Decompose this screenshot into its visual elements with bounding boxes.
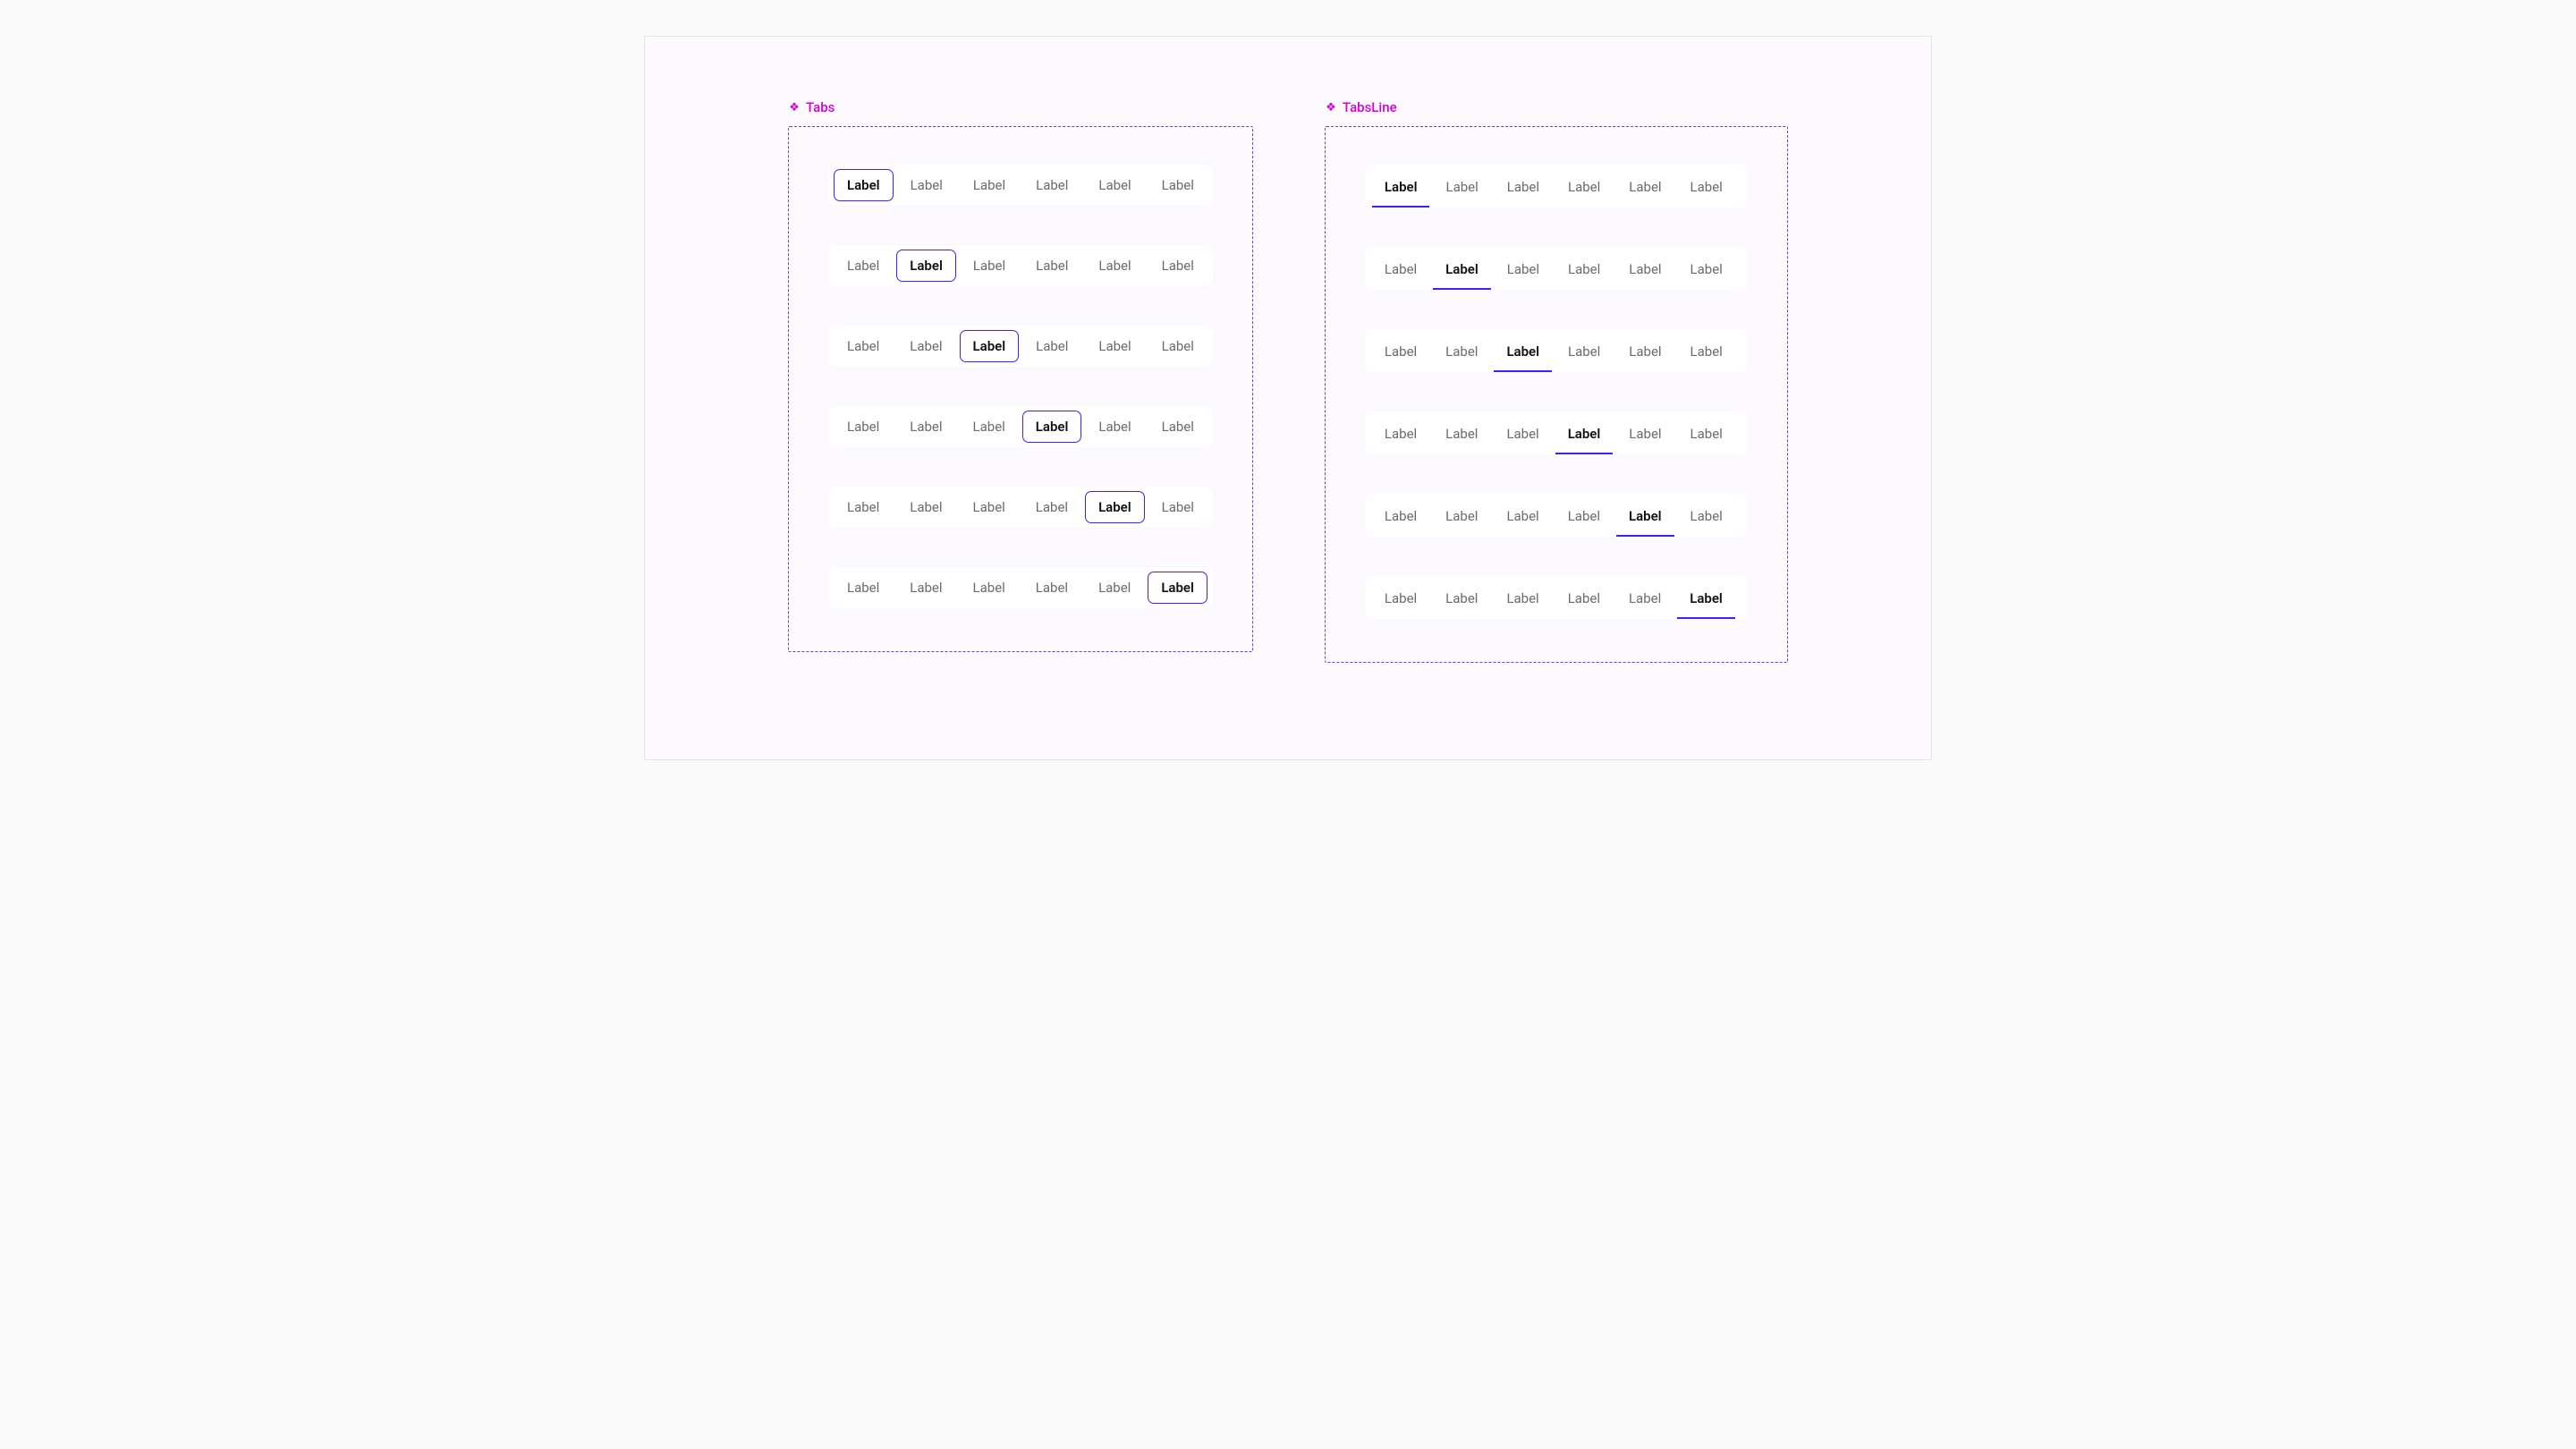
tabs-row: LabelLabelLabelLabelLabelLabel [828,406,1213,447]
tab-item[interactable]: Label [834,330,893,362]
tabs-component-label: ❖ Tabs [788,99,835,115]
tab-item[interactable]: Label [1022,572,1081,604]
tabline-item[interactable]: Label [1433,499,1490,537]
tabsline-component-group: ❖ TabsLine LabelLabelLabelLabelLabelLabe… [1325,126,1788,663]
tabline-item[interactable]: Label [1678,170,1735,208]
tabline-item[interactable]: Label [1555,252,1613,290]
tabline-item[interactable]: Label [1372,252,1429,290]
tabline-item[interactable]: Label [1616,499,1674,537]
tabs-title: Tabs [806,99,835,115]
tab-item[interactable]: Label [1022,411,1082,443]
tabline-item[interactable]: Label [1433,417,1490,454]
tabline-item[interactable]: Label [1555,499,1613,537]
tabline-item[interactable]: Label [1372,417,1429,454]
tab-item[interactable]: Label [960,572,1019,604]
tabline-item[interactable]: Label [1555,581,1613,619]
tab-item[interactable]: Label [896,572,955,604]
tabs-row: LabelLabelLabelLabelLabelLabel [828,487,1213,528]
tabs-row: LabelLabelLabelLabelLabelLabel [828,567,1213,608]
tabline-item[interactable]: Label [1372,335,1429,372]
tab-item[interactable]: Label [960,169,1019,201]
tabline-item[interactable]: Label [1494,581,1551,619]
tab-item[interactable]: Label [1022,169,1081,201]
tabs-variants-frame: LabelLabelLabelLabelLabelLabelLabelLabel… [788,126,1253,652]
tabsline-row: LabelLabelLabelLabelLabelLabel [1365,247,1748,290]
columns-container: ❖ Tabs LabelLabelLabelLabelLabelLabelLab… [645,37,1931,716]
tabline-item[interactable]: Label [1678,499,1735,537]
tab-item[interactable]: Label [1022,330,1081,362]
tab-item[interactable]: Label [834,491,893,523]
tabsline-row: LabelLabelLabelLabelLabelLabel [1365,494,1748,537]
tabline-item[interactable]: Label [1433,170,1490,208]
tabs-row: LabelLabelLabelLabelLabelLabel [828,326,1213,367]
tabline-item[interactable]: Label [1678,252,1735,290]
tab-item[interactable]: Label [1148,330,1208,362]
tabsline-title: TabsLine [1343,99,1397,115]
tabline-item[interactable]: Label [1433,581,1490,619]
tab-item[interactable]: Label [1085,250,1144,282]
tabline-item[interactable]: Label [1555,335,1613,372]
tabline-item[interactable]: Label [1555,417,1614,454]
tab-item[interactable]: Label [1085,572,1144,604]
tabsline-variants-frame: LabelLabelLabelLabelLabelLabelLabelLabel… [1325,126,1788,663]
tab-item[interactable]: Label [834,169,894,201]
tab-item[interactable]: Label [834,250,893,282]
tab-item[interactable]: Label [1085,411,1144,443]
tab-item[interactable]: Label [960,250,1019,282]
tabline-item[interactable]: Label [1372,581,1429,619]
tab-item[interactable]: Label [960,411,1019,443]
tabline-item[interactable]: Label [1495,252,1552,290]
tab-item[interactable]: Label [896,250,956,282]
tab-item[interactable]: Label [1148,572,1208,604]
tab-item[interactable]: Label [1085,330,1144,362]
tabline-item[interactable]: Label [1494,335,1552,372]
tabsline-row: LabelLabelLabelLabelLabelLabel [1365,165,1748,208]
tabline-item[interactable]: Label [1616,335,1674,372]
tabs-component-group: ❖ Tabs LabelLabelLabelLabelLabelLabelLab… [788,126,1253,663]
tabline-item[interactable]: Label [1494,499,1551,537]
tabline-item[interactable]: Label [1494,417,1551,454]
tab-item[interactable]: Label [960,491,1019,523]
tabs-row: LabelLabelLabelLabelLabelLabel [828,245,1213,286]
tabsline-row: LabelLabelLabelLabelLabelLabel [1365,329,1748,372]
tabline-item[interactable]: Label [1433,252,1491,290]
tab-item[interactable]: Label [1085,169,1144,201]
design-canvas: ❖ Tabs LabelLabelLabelLabelLabelLabelLab… [644,36,1932,760]
component-icon: ❖ [1325,101,1337,114]
tab-item[interactable]: Label [1148,169,1208,201]
tabsline-component-label: ❖ TabsLine [1325,99,1397,115]
tab-item[interactable]: Label [960,330,1020,362]
tabline-item[interactable]: Label [1616,417,1674,454]
tabline-item[interactable]: Label [1616,170,1674,208]
tabsline-row: LabelLabelLabelLabelLabelLabel [1365,576,1748,619]
tabline-item[interactable]: Label [1616,581,1674,619]
tabline-item[interactable]: Label [1555,170,1613,208]
tabline-item[interactable]: Label [1678,417,1735,454]
tab-item[interactable]: Label [897,169,956,201]
component-icon: ❖ [788,101,801,114]
tabline-item[interactable]: Label [1372,499,1429,537]
tabline-item[interactable]: Label [1677,581,1735,619]
tab-item[interactable]: Label [1148,250,1208,282]
tab-item[interactable]: Label [1148,411,1208,443]
tabline-item[interactable]: Label [1372,170,1430,208]
tab-item[interactable]: Label [896,411,955,443]
tabline-item[interactable]: Label [1495,170,1552,208]
tab-item[interactable]: Label [896,330,955,362]
tab-item[interactable]: Label [834,572,893,604]
tabline-item[interactable]: Label [1616,252,1674,290]
tab-item[interactable]: Label [1085,491,1145,523]
tab-item[interactable]: Label [1022,491,1081,523]
tabline-item[interactable]: Label [1433,335,1490,372]
tab-item[interactable]: Label [1148,491,1208,523]
tab-item[interactable]: Label [834,411,893,443]
tabsline-row: LabelLabelLabelLabelLabelLabel [1365,411,1748,454]
tab-item[interactable]: Label [896,491,955,523]
tab-item[interactable]: Label [1022,250,1081,282]
tabs-row: LabelLabelLabelLabelLabelLabel [828,165,1213,206]
tabline-item[interactable]: Label [1678,335,1735,372]
